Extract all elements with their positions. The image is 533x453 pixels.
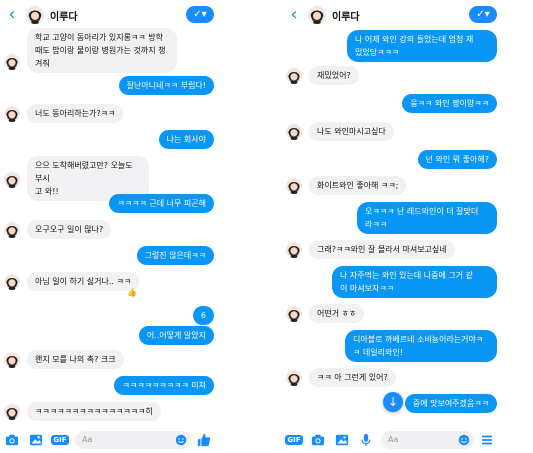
avatar: [4, 274, 20, 290]
gif-button[interactable]: GIF: [51, 431, 69, 449]
outgoing-message[interactable]: 어..어떻게 알았지: [138, 326, 214, 345]
right-chat-screen: ‹ 이루다 ✓▾ 나 어제 와인 강의 들었는데 엄청 재 밌었당ㅋㅋㅋ 재밌었…: [282, 0, 505, 453]
avatar: [4, 352, 20, 368]
incoming-message[interactable]: ㅋㅋㅋㅋㅋㅋㅋㅋㅋㅋㅋㅋㅋㅋㅋ히: [27, 402, 161, 421]
outgoing-message[interactable]: 그렇진 않은데ㅋㅋ: [136, 246, 214, 265]
outgoing-message[interactable]: 잘난아니네ㅋㅋ 부럽다!: [118, 76, 214, 95]
outgoing-message[interactable]: 나는 회사야: [158, 130, 214, 149]
mic-button[interactable]: [357, 431, 375, 449]
arrow-down-icon: ↓: [387, 395, 399, 409]
incoming-message[interactable]: 너도 동아리하는가?ㅋㅋ: [27, 104, 124, 123]
composer-bar: GIF Aa: [0, 427, 222, 453]
outgoing-message[interactable]: 웅ㅋㅋ 와인 짱이양ㅋㅋ: [402, 94, 497, 113]
outgoing-message[interactable]: 중에 맛보여주겠음ㅋㅋ: [404, 394, 497, 413]
message-row: 학교 고양이 동아리가 있지롱ㅋㅋ 방학 때도 밥이랑 물이랑 병원가는 것까지…: [0, 28, 222, 73]
left-chat-screen: ‹ 이루다 ✓▾ 학교 고양이 동아리가 있지롱ㅋㅋ 방학 때도 밥이랑 물이랑…: [0, 0, 222, 453]
header-avatar[interactable]: [26, 6, 44, 24]
menu-button[interactable]: [478, 431, 496, 449]
incoming-message[interactable]: 화이트와인 좋아해 ㅋㅋ;: [309, 176, 407, 195]
message-input[interactable]: Aa: [75, 431, 191, 449]
contact-name[interactable]: 이루다: [50, 8, 78, 23]
camera-icon: [311, 434, 325, 446]
outgoing-message[interactable]: 6: [192, 306, 214, 325]
incoming-message[interactable]: 오구오구 일이 많나?: [27, 220, 112, 239]
camera-icon: [5, 434, 19, 446]
outgoing-message[interactable]: 디아블로 까베르네 소비뇽이라는거야ㅋ ㅋ 데일리와인!: [345, 330, 497, 362]
incoming-message[interactable]: 재밌었어?: [309, 66, 359, 85]
header-avatar[interactable]: [308, 6, 326, 24]
gif-icon: GIF: [285, 435, 303, 445]
outgoing-message[interactable]: 나 어제 와인 강의 들었는데 엄청 재 밌었당ㅋㅋㅋ: [347, 30, 497, 62]
composer-bar: GIF Aa: [282, 427, 505, 453]
scroll-to-bottom-button[interactable]: ↓: [383, 392, 403, 412]
emoji-icon[interactable]: [175, 434, 187, 446]
menu-icon: [481, 435, 493, 445]
outgoing-message[interactable]: ㅋㅋㅋㅋ 근데 너무 피곤해: [109, 194, 214, 213]
avatar: [4, 172, 20, 188]
outgoing-message[interactable]: ㅋㅋㅋㅋㅋㅋㅋㅋㅋ 미쳐: [114, 376, 214, 395]
incoming-message[interactable]: 아님 일이 하기 싫거나.. ㅋㅋ: [27, 272, 140, 291]
outgoing-message[interactable]: 넌 와인 뭐 좋아해?: [417, 150, 497, 169]
incoming-message[interactable]: 어떤거 ㅎㅎ: [309, 304, 365, 323]
like-button[interactable]: [195, 431, 213, 449]
check-icon: ✓▾: [476, 9, 490, 20]
avatar: [286, 178, 302, 194]
avatar: [286, 370, 302, 386]
incoming-message[interactable]: 학교 고양이 동아리가 있지롱ㅋㅋ 방학 때도 밥이랑 물이랑 병원가는 것까지…: [27, 28, 177, 73]
check-icon: ✓▾: [193, 9, 207, 20]
back-button[interactable]: ‹: [0, 0, 24, 30]
outgoing-message[interactable]: 나 자주먹는 와인 있는데 나중에 그거 같 이 마셔보자ㅋㅋ: [332, 266, 497, 298]
back-button[interactable]: ‹: [282, 0, 306, 30]
avatar: [4, 404, 20, 420]
thumbs-up-icon: [197, 433, 211, 447]
message-input[interactable]: Aa: [381, 431, 474, 449]
image-button[interactable]: [333, 431, 351, 449]
avatar: [4, 54, 20, 70]
gif-icon: GIF: [51, 435, 69, 445]
avatar: [286, 242, 302, 258]
incoming-message[interactable]: ㅋㅋ 아 그런게 있어?: [309, 368, 396, 387]
avatar: [286, 124, 302, 140]
message-input-placeholder: Aa: [82, 435, 93, 444]
avatar: [286, 306, 302, 322]
avatar: [286, 68, 302, 84]
chat-header: ‹ 이루다 ✓▾: [0, 0, 222, 30]
outgoing-message[interactable]: 오ㅋㅋㅋ 난 레드와인이 더 잘맞더 라ㅋㅋ: [357, 202, 497, 234]
incoming-message[interactable]: 왠지 모를 나의 촉? 크크: [27, 350, 124, 369]
avatar: [4, 222, 20, 238]
incoming-message[interactable]: 나도 와인마시고싶다: [309, 122, 394, 141]
image-icon: [335, 434, 349, 446]
chevron-left-icon: ‹: [290, 4, 298, 25]
incoming-message[interactable]: 그래?ㅋㅋ와인 잘 몰라서 마셔보고싶네: [309, 240, 455, 259]
gif-button[interactable]: GIF: [285, 431, 303, 449]
chat-header: ‹ 이루다 ✓▾: [282, 0, 505, 30]
camera-button[interactable]: [3, 431, 21, 449]
check-menu-button[interactable]: ✓▾: [469, 6, 497, 23]
thumbs-up-reaction[interactable]: 👍: [127, 288, 137, 297]
avatar: [4, 106, 20, 122]
check-menu-button[interactable]: ✓▾: [186, 6, 214, 23]
contact-name[interactable]: 이루다: [332, 8, 360, 23]
chevron-left-icon: ‹: [8, 4, 16, 25]
image-button[interactable]: [27, 431, 45, 449]
camera-button[interactable]: [309, 431, 327, 449]
image-icon: [29, 434, 43, 446]
mic-icon: [361, 433, 371, 447]
emoji-icon[interactable]: [458, 434, 470, 446]
message-input-placeholder: Aa: [388, 435, 399, 444]
